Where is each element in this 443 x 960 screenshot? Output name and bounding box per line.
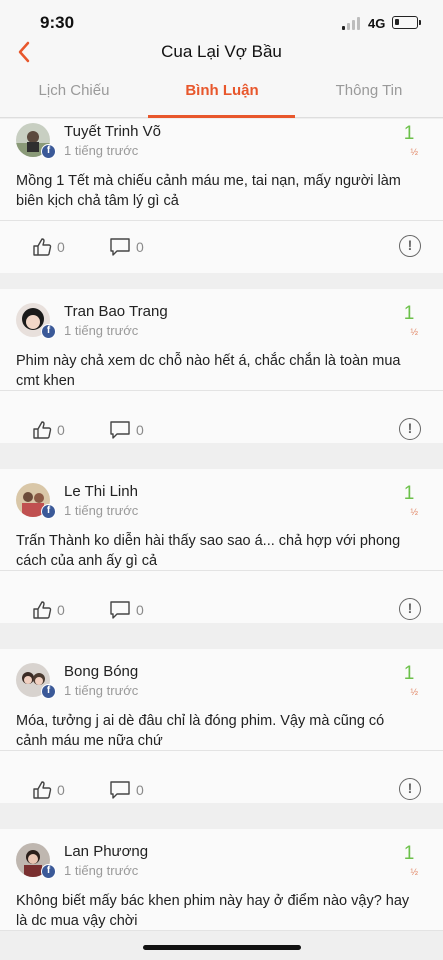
user-name[interactable]: Lan Phương (64, 843, 148, 860)
comment-card: f Tran Bao Trang 1 tiếng trước 1 ½ Phim … (0, 289, 443, 443)
comment-card: f Le Thi Linh 1 tiếng trước 1 ½ Trấn Thà… (0, 469, 443, 623)
reply-button[interactable]: 0 (109, 599, 144, 621)
like-button[interactable]: 0 (32, 779, 65, 801)
reply-count: 0 (136, 602, 144, 618)
thumbs-up-icon (33, 238, 52, 256)
reply-count: 0 (136, 422, 144, 438)
report-button[interactable]: ! (399, 418, 421, 440)
facebook-badge-icon: f (41, 684, 56, 699)
thumbs-up-icon (33, 421, 52, 439)
user-name[interactable]: Le Thi Linh (64, 483, 138, 500)
comment-time: 1 tiếng trước (64, 503, 139, 518)
exclamation-circle-icon: ! (407, 600, 413, 616)
active-tab-indicator (148, 115, 295, 118)
battery-icon (392, 16, 421, 29)
rating-half-mark: ½ (410, 507, 418, 517)
rating-score: 1 (403, 843, 415, 864)
facebook-badge-icon: f (41, 324, 56, 339)
report-button[interactable]: ! (399, 235, 421, 257)
comment-text: Không biết mấy bác khen phim này hay ở đ… (16, 893, 410, 929)
status-bar: 9:30 4G (0, 0, 443, 40)
comment-bubble-icon (110, 238, 130, 256)
tab-bar: Lịch Chiếu Bình Luận Thông Tin (0, 68, 443, 118)
facebook-badge-icon: f (41, 504, 56, 519)
like-count: 0 (57, 782, 65, 798)
comment-card: f Tuyết Trinh Võ 1 tiếng trước 1 ½ Mồng … (0, 119, 443, 273)
rating-score: 1 (403, 663, 415, 684)
comment-bubble-icon (110, 421, 130, 439)
report-button[interactable]: ! (399, 778, 421, 800)
like-button[interactable]: 0 (32, 419, 65, 441)
reply-count: 0 (136, 782, 144, 798)
comment-time: 1 tiếng trước (64, 143, 139, 158)
comment-text: Trấn Thành ko diễn hài thấy sao sao á...… (16, 533, 401, 569)
rating-score: 1 (403, 123, 415, 144)
exclamation-circle-icon: ! (407, 780, 413, 796)
thumbs-up-icon (33, 781, 52, 799)
rating-half-mark: ½ (410, 687, 418, 697)
reply-button[interactable]: 0 (109, 779, 144, 801)
home-indicator[interactable] (143, 945, 301, 950)
like-count: 0 (57, 602, 65, 618)
reply-count: 0 (136, 239, 144, 255)
like-button[interactable]: 0 (32, 236, 65, 258)
like-count: 0 (57, 239, 65, 255)
rating-half-mark: ½ (410, 327, 418, 337)
user-name[interactable]: Tuyết Trinh Võ (64, 123, 161, 140)
rating-half-mark: ½ (410, 147, 418, 157)
signal-icon (342, 17, 364, 30)
comment-text: Phim này chả xem dc chỗ nào hết á, chắc … (16, 353, 401, 389)
comment-text: Móa, tưởng j ai dè đâu chỉ là đóng phim.… (16, 713, 385, 749)
report-button[interactable]: ! (399, 598, 421, 620)
rating-score: 1 (403, 483, 415, 504)
rating-half-mark: ½ (410, 867, 418, 877)
comment-feed[interactable]: f Tuyết Trinh Võ 1 tiếng trước 1 ½ Mồng … (0, 119, 443, 960)
tab-lich-chieu[interactable]: Lịch Chiếu (0, 68, 148, 118)
tab-thong-tin[interactable]: Thông Tin (295, 68, 443, 118)
exclamation-circle-icon: ! (407, 420, 413, 436)
comment-bubble-icon (110, 781, 130, 799)
facebook-badge-icon: f (41, 144, 56, 159)
user-name[interactable]: Tran Bao Trang (64, 303, 168, 320)
like-count: 0 (57, 422, 65, 438)
comment-text: Mồng 1 Tết mà chiếu cảnh máu me, tai nạn… (16, 173, 401, 209)
page-title: Cua Lại Vợ Bầu (161, 42, 282, 61)
comment-card: f Bong Bóng 1 tiếng trước 1 ½ Móa, tưởng… (0, 649, 443, 803)
like-button[interactable]: 0 (32, 599, 65, 621)
comment-bubble-icon (110, 601, 130, 619)
comment-time: 1 tiếng trước (64, 683, 139, 698)
navigation-bar: Cua Lại Vợ Bầu (0, 36, 443, 68)
user-name[interactable]: Bong Bóng (64, 663, 138, 680)
reply-button[interactable]: 0 (109, 419, 144, 441)
comment-time: 1 tiếng trước (64, 863, 139, 878)
tab-binh-luan[interactable]: Bình Luận (148, 68, 296, 118)
reply-button[interactable]: 0 (109, 236, 144, 258)
comment-time: 1 tiếng trước (64, 323, 139, 338)
facebook-badge-icon: f (41, 864, 56, 879)
exclamation-circle-icon: ! (407, 237, 413, 253)
network-label: 4G (368, 16, 386, 31)
thumbs-up-icon (33, 601, 52, 619)
status-time: 9:30 (40, 13, 75, 32)
rating-score: 1 (403, 303, 415, 324)
comment-card: f Lan Phương 1 tiếng trước 1 ½ Không biế… (0, 829, 443, 931)
